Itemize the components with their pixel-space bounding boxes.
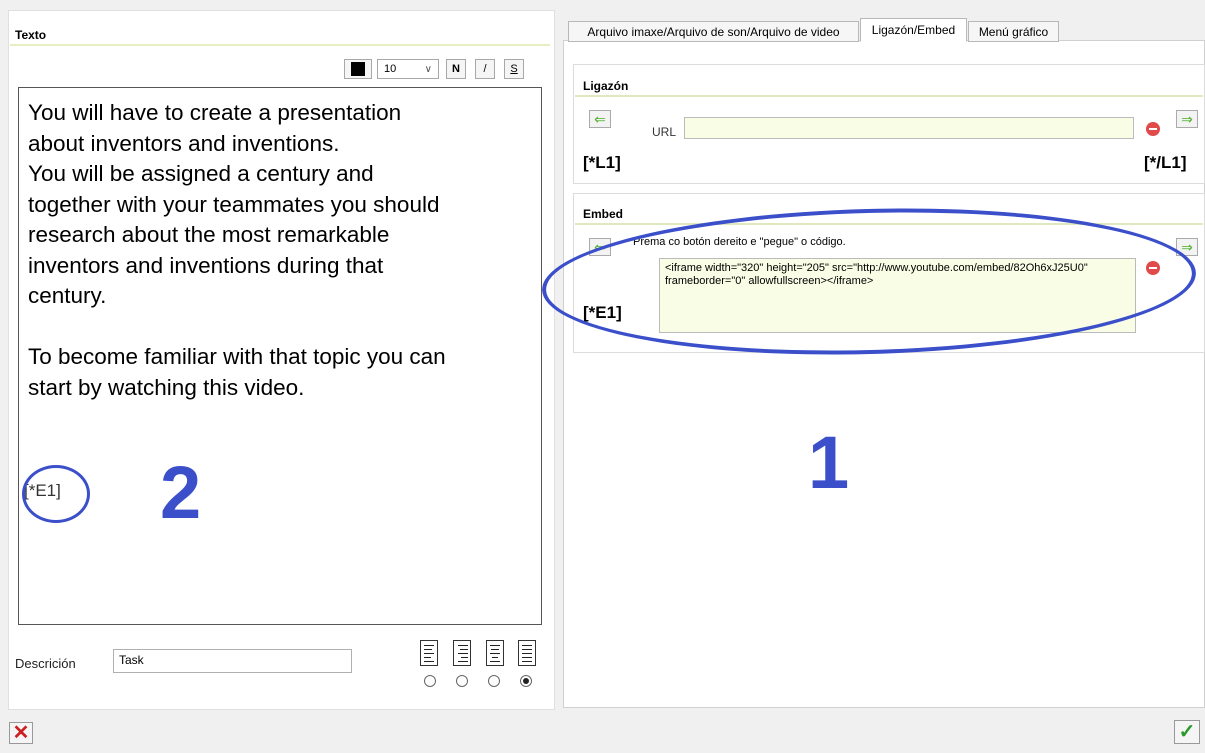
align-right-radio[interactable]: [456, 675, 468, 687]
font-size-value: 10: [384, 63, 397, 75]
annotation-number: 2: [160, 451, 202, 534]
url-input[interactable]: [684, 117, 1134, 139]
rich-text-area[interactable]: You will have to create a presentation a…: [18, 87, 542, 625]
align-right-icon[interactable]: [453, 640, 471, 666]
text-line: start by watching this video.: [28, 374, 305, 400]
tab-media-file[interactable]: Arquivo imaxe/Arquivo de son/Arquivo de …: [568, 21, 859, 42]
bold-button[interactable]: N: [446, 59, 466, 79]
align-left-icon[interactable]: [420, 640, 438, 666]
underline-button[interactable]: S: [504, 59, 524, 79]
text-line: You will be assigned a century and: [28, 161, 374, 186]
tab-link-embed[interactable]: Ligazón/Embed: [860, 18, 967, 42]
text-line: research about the most remarkable: [28, 222, 390, 247]
link-start-marker: [*L1]: [583, 153, 621, 172]
checkmark-icon: ✓: [1178, 721, 1196, 743]
text-line: about inventors and inventions.: [28, 130, 340, 156]
confirm-button[interactable]: ✓: [1174, 720, 1200, 744]
link-section-title: Ligazón: [583, 79, 629, 93]
arrow-left-icon: ⇐: [594, 111, 606, 127]
align-left-radio[interactable]: [424, 675, 436, 687]
align-justify-icon[interactable]: [518, 640, 536, 666]
text-color-button[interactable]: [344, 59, 372, 79]
cancel-button[interactable]: ✕: [9, 722, 33, 744]
embed-section-title: Embed: [583, 207, 624, 221]
color-swatch-icon: [351, 62, 365, 76]
italic-button[interactable]: /: [475, 59, 495, 79]
text-line: together with your teammates you should: [28, 191, 440, 217]
text-line: To become familiar with that topic you c…: [28, 344, 446, 369]
arrow-right-icon: ⇒: [1181, 111, 1193, 127]
align-center-icon[interactable]: [486, 640, 504, 666]
tab-graphic-menu[interactable]: Menú gráfico: [968, 21, 1059, 42]
text-line: inventors and inventions during that: [28, 252, 384, 278]
description-input[interactable]: Task: [113, 649, 352, 673]
insert-end-link-button[interactable]: ⇒: [1176, 110, 1198, 128]
url-label: URL: [652, 125, 677, 139]
align-justify-radio[interactable]: [520, 675, 532, 687]
text-line: You will have to create a presentation: [28, 100, 402, 125]
remove-link-icon[interactable]: [1146, 122, 1160, 136]
panel-title: Texto: [15, 28, 47, 42]
chevron-down-icon: ∨: [424, 63, 432, 75]
insert-start-link-button[interactable]: ⇐: [589, 110, 611, 128]
annotation-circle: [22, 465, 90, 523]
link-end-marker: [*/L1]: [1144, 153, 1187, 172]
annotation-number: 1: [808, 421, 850, 504]
section-divider: [575, 95, 1203, 97]
title-divider: [10, 44, 550, 46]
align-center-radio[interactable]: [488, 675, 500, 687]
close-icon: ✕: [12, 722, 30, 744]
description-label: Descrición: [15, 656, 76, 671]
text-line: century.: [28, 283, 107, 308]
font-size-select[interactable]: 10 ∨: [377, 59, 439, 79]
text-line: [28, 312, 541, 343]
